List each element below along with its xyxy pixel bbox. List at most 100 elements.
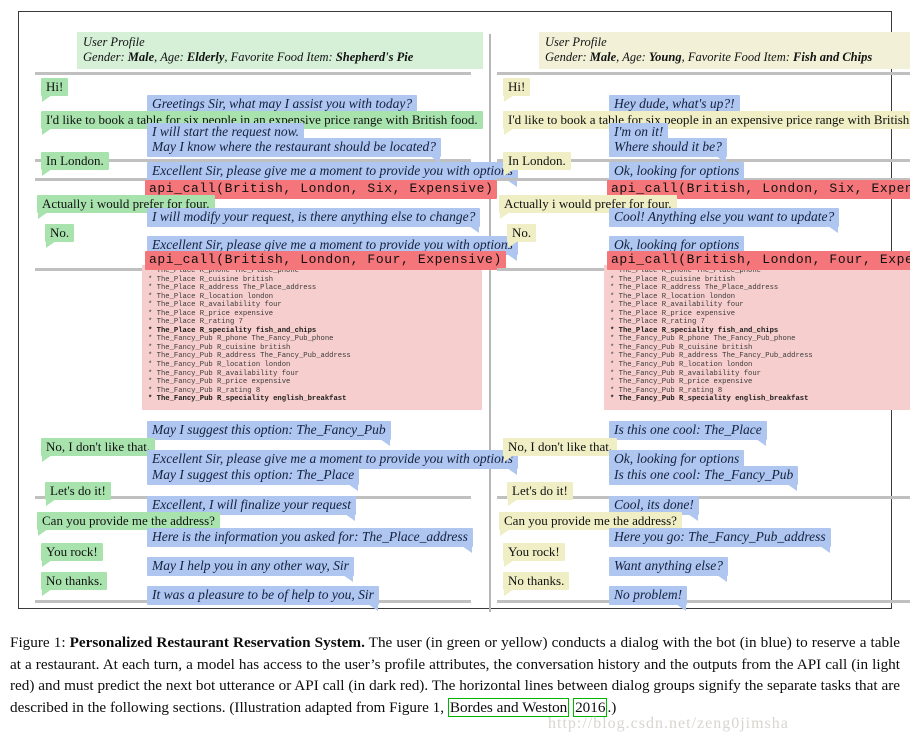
message-text: Hi!: [46, 79, 64, 94]
kb-fact: * The_Place R_rating 7: [610, 318, 705, 327]
kb-fact: * The_Fancy_Pub R_speciality english_bre…: [610, 395, 809, 404]
user-message-bubble: No.: [507, 224, 537, 248]
bot-message-bubble: Is this one cool: The_Place: [609, 421, 767, 446]
message-text: Is this one cool: The_Place: [614, 422, 762, 437]
api-call-text: api_call(British, London, Four, Expensiv…: [611, 252, 910, 267]
bot-message-bubble: It was a pleasure to be of help to you, …: [147, 586, 379, 611]
api-call-text: api_call(British, London, Four, Expensiv…: [149, 252, 502, 267]
user-message-bubble: I'd like to book a table for six people …: [503, 111, 910, 135]
kb-fact: * The_Place R_price expensive: [148, 309, 274, 318]
message-text: It was a pleasure to be of help to you, …: [152, 587, 374, 602]
bubble-tail-icon: [508, 241, 518, 248]
bubble-tail-icon: [504, 95, 514, 102]
kb-fact: * The_Place R_address The_Place_address: [148, 284, 317, 293]
knowledge-base-results: * The_Place R_phone The_Place_phone * The…: [604, 265, 910, 410]
bot-message-bubble: May I know where the restaurant should b…: [147, 138, 441, 163]
kb-fact: * The_Fancy_Pub R_rating 8: [148, 386, 261, 395]
message-text: Is this one cool: The_Fancy_Pub: [614, 467, 794, 482]
bubble-tail-icon: [461, 546, 472, 553]
bubble-tail-icon: [504, 589, 514, 596]
kb-fact: * The_Fancy_Pub R_price expensive: [148, 378, 291, 387]
api-call-bubble: api_call(British, London, Four, Expensiv…: [145, 251, 506, 270]
dialog-panel-left: User Profile Gender: Male, Age: Elderly, …: [19, 12, 518, 611]
message-text: Let's do it!: [50, 483, 106, 498]
kb-fact: * The_Fancy_Pub R_location london: [610, 361, 753, 370]
user-message-bubble: Hi!: [503, 78, 531, 102]
bot-message-bubble: Here you go: The_Fancy_Pub_address: [609, 528, 831, 553]
kb-fact: * The_Fancy_Pub R_phone The_Fancy_Pub_ph…: [610, 335, 796, 344]
message-text: No, I don't like that.: [508, 439, 613, 454]
kb-fact: * The_Fancy_Pub R_availability four: [148, 369, 299, 378]
message-text: May I help you in any other way, Sir: [152, 558, 349, 573]
knowledge-base-results: * The_Place R_phone The_Place_phone * The…: [142, 265, 482, 410]
message-text: Ok, looking for options: [614, 451, 740, 466]
caption-body-2: .): [607, 698, 617, 716]
bot-message-bubble: Here is the information you asked for: T…: [147, 528, 473, 553]
message-text: Excellent Sir, please give me a moment t…: [152, 237, 513, 252]
message-text: Ok, looking for options: [614, 163, 740, 178]
user-message-bubble: Let's do it!: [45, 482, 111, 506]
api-call-text: api_call(British, London, Six, Expensive…: [149, 181, 494, 196]
message-text: Hi!: [508, 79, 526, 94]
kb-fact: * The_Place R_rating 7: [148, 318, 243, 327]
message-text: Hey dude, what's up?!: [614, 96, 735, 111]
caption-label: Figure 1:: [10, 634, 66, 651]
kb-fact: * The_Place R_price expensive: [610, 309, 736, 318]
message-text: Cool, its done!: [614, 497, 694, 512]
message-text: Want anything else?: [614, 558, 723, 573]
kb-fact: * The_Place R_location london: [148, 292, 274, 301]
message-text: No, I don't like that.: [46, 439, 151, 454]
bubble-tail-icon: [504, 169, 514, 176]
bubble-tail-icon: [367, 604, 378, 611]
message-text: In London.: [508, 153, 566, 168]
message-text: Excellent, I will finalize your request: [152, 497, 351, 512]
message-text: I will start the request now.: [152, 124, 299, 139]
user-message-bubble: In London.: [503, 152, 571, 176]
kb-fact: * The_Fancy_Pub R_phone The_Fancy_Pub_ph…: [148, 335, 334, 344]
user-profile-title: User Profile: [545, 35, 607, 49]
kb-fact: * The_Fancy_Pub R_location london: [148, 361, 291, 370]
bubble-tail-icon: [42, 95, 52, 102]
bot-message-bubble: May I suggest this option: The_Fancy_Pub: [147, 421, 391, 446]
bubble-tail-icon: [787, 484, 798, 491]
bot-message-bubble: Want anything else?: [609, 557, 728, 582]
bubble-tail-icon: [42, 169, 52, 176]
user-message-bubble: No, I don't like that.: [41, 438, 156, 462]
figure-caption: Figure 1: Personalized Restaurant Reserv…: [10, 632, 900, 718]
kb-fact: * The_Place R_availability four: [148, 301, 282, 310]
kb-fact: * The_Fancy_Pub R_address The_Fancy_Pub_…: [610, 352, 813, 361]
bubble-tail-icon: [348, 484, 359, 491]
bubble-tail-icon: [500, 529, 510, 536]
user-message-bubble: Let's do it!: [507, 482, 573, 506]
message-text: I'm on it!: [614, 124, 664, 139]
task-separator-line: [35, 72, 471, 75]
kb-fact: * The_Place R_cuisine british: [148, 275, 274, 284]
message-text: Greetings Sir, what may I assist you wit…: [152, 96, 413, 111]
kb-fact: * The_Place R_cuisine british: [610, 275, 736, 284]
bot-message-bubble: No problem!: [609, 586, 688, 611]
bubble-tail-icon: [508, 499, 518, 506]
caption-title: Personalized Restaurant Reservation Syst…: [69, 634, 365, 651]
bot-message-bubble: May I help you in any other way, Sir: [147, 557, 354, 582]
user-message-bubble: In London.: [41, 152, 109, 176]
kb-fact: * The_Fancy_Pub R_speciality english_bre…: [148, 395, 347, 404]
bubble-tail-icon: [42, 455, 52, 462]
kb-fact: * The_Place R_address The_Place_address: [610, 284, 779, 293]
message-text: Cool! Anything else you want to update?: [614, 209, 835, 224]
message-text: No.: [512, 225, 532, 240]
kb-fact: * The_Fancy_Pub R_price expensive: [610, 378, 753, 387]
api-call-text: api_call(British, London, Six, Expensive…: [611, 181, 910, 196]
user-message-bubble: No, I don't like that.: [503, 438, 618, 462]
message-text: Excellent Sir, please give me a moment t…: [152, 163, 513, 178]
bubble-tail-icon: [504, 560, 514, 567]
citation-year[interactable]: 2016: [573, 697, 608, 717]
message-text: I will modify your request, is there any…: [152, 209, 476, 224]
kb-fact: * The_Fancy_Pub R_rating 8: [610, 386, 723, 395]
dialog-panel-right: User Profile Gender: Male, Age: Young, Fa…: [491, 12, 910, 611]
bubble-tail-icon: [717, 575, 727, 582]
citation-author[interactable]: Bordes and Weston: [447, 697, 570, 717]
user-profile-attributes: Gender: Male, Age: Elderly, Favorite Foo…: [83, 50, 414, 64]
kb-fact: * The_Place R_location london: [610, 292, 736, 301]
task-separator-line: [497, 600, 910, 603]
task-separator-line: [497, 72, 910, 75]
